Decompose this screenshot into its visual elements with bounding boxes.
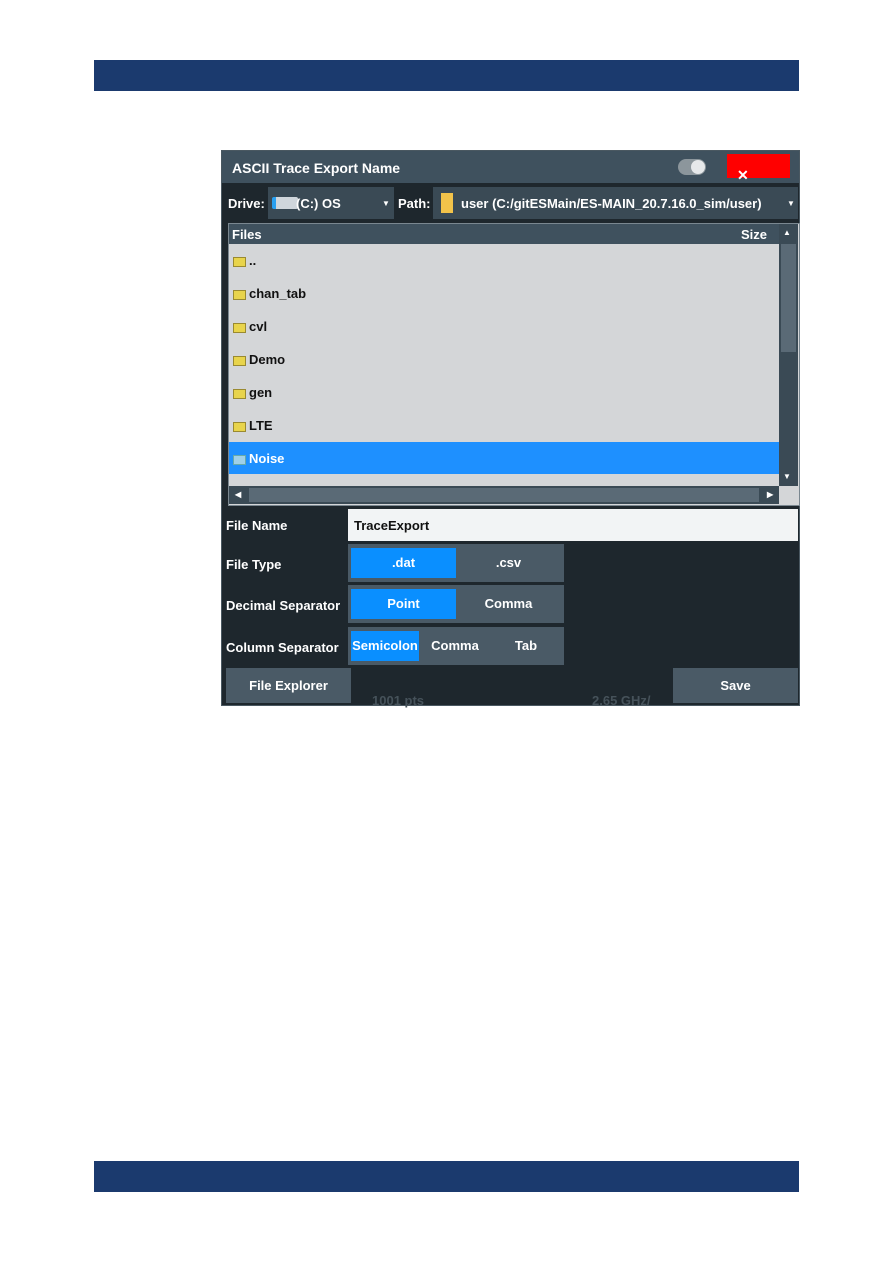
- column-comma[interactable]: Comma: [419, 631, 491, 661]
- file-list-item[interactable]: cvl: [229, 310, 779, 342]
- file-name-label: File Name: [226, 518, 288, 533]
- file-name: chan_tab: [249, 286, 307, 301]
- file-list-item[interactable]: chan_tab: [229, 277, 779, 309]
- scroll-right-icon[interactable]: ▶: [767, 490, 773, 499]
- file-name: Demo: [249, 352, 286, 367]
- folder-icon: [233, 290, 246, 300]
- close-button[interactable]: ✕: [727, 154, 790, 183]
- save-button[interactable]: Save: [673, 668, 798, 703]
- folder-icon: [233, 389, 246, 399]
- drive-icon: [272, 197, 298, 209]
- file-list-item[interactable]: LTE: [229, 409, 779, 441]
- dialog-title: ASCII Trace Export Name: [232, 160, 401, 176]
- page-header-bar: [94, 60, 799, 91]
- file-type-selector: .dat .csv: [348, 544, 564, 582]
- file-type-dat[interactable]: .dat: [351, 548, 456, 578]
- files-column-header[interactable]: Files: [232, 227, 262, 242]
- folder-icon: [441, 193, 453, 213]
- vertical-scrollbar[interactable]: ▲ ▼: [779, 224, 798, 486]
- scroll-thumb[interactable]: [781, 244, 796, 352]
- background-span-text: 2.65 GHz/: [592, 693, 651, 708]
- path-dropdown[interactable]: user (C:/gitESMain/ES-MAIN_20.7.16.0_sim…: [433, 187, 798, 219]
- transparency-toggle[interactable]: [678, 159, 706, 175]
- scroll-left-icon[interactable]: ◀: [235, 490, 241, 499]
- close-icon: ✕: [737, 167, 749, 183]
- file-type-label: File Type: [226, 557, 282, 572]
- scroll-down-icon[interactable]: ▼: [783, 472, 791, 481]
- horizontal-scrollbar[interactable]: ◀ ▶: [229, 486, 779, 504]
- file-name: cvl: [249, 319, 268, 334]
- column-separator-selector: Semicolon Comma Tab: [348, 627, 564, 665]
- ascii-trace-export-dialog: ASCII Trace Export Name ✕ Drive: (C:) OS…: [221, 150, 800, 708]
- chevron-down-icon: ▼: [787, 199, 795, 208]
- decimal-separator-label: Decimal Separator: [226, 598, 341, 613]
- file-name: Noise: [249, 451, 285, 466]
- folder-icon: [233, 257, 246, 267]
- folder-icon: [233, 422, 246, 432]
- drive-value: (C:) OS: [296, 196, 341, 211]
- file-type-csv[interactable]: .csv: [456, 548, 561, 578]
- file-name-input[interactable]: TraceExport: [348, 509, 798, 541]
- folder-icon: [233, 455, 246, 465]
- h-scroll-thumb[interactable]: [249, 488, 759, 502]
- decimal-comma[interactable]: Comma: [456, 589, 561, 619]
- file-name: gen: [249, 385, 273, 400]
- drive-dropdown[interactable]: (C:) OS ▼: [268, 187, 394, 219]
- file-list-item[interactable]: gen: [229, 376, 779, 408]
- path-value: user (C:/gitESMain/ES-MAIN_20.7.16.0_sim…: [461, 196, 762, 211]
- scroll-up-icon[interactable]: ▲: [783, 228, 791, 237]
- file-explorer-button[interactable]: File Explorer: [226, 668, 351, 703]
- file-list-header: Files Size: [229, 224, 779, 244]
- folder-icon: [233, 323, 246, 333]
- column-semicolon[interactable]: Semicolon: [351, 631, 419, 661]
- file-list-item[interactable]: ..: [229, 244, 779, 276]
- chevron-down-icon: ▼: [382, 199, 390, 208]
- size-column-header[interactable]: Size: [741, 227, 767, 242]
- file-list-item[interactable]: Demo: [229, 343, 779, 375]
- decimal-point[interactable]: Point: [351, 589, 456, 619]
- column-tab[interactable]: Tab: [491, 631, 561, 661]
- page-footer-bar: [94, 1161, 799, 1192]
- background-points-text: 1001 pts: [372, 693, 425, 708]
- drive-label: Drive:: [228, 196, 265, 211]
- column-separator-label: Column Separator: [226, 640, 339, 655]
- file-name: ..: [249, 253, 257, 268]
- decimal-separator-selector: Point Comma: [348, 585, 564, 623]
- file-list: Files Size .. chan_tab cvl Demo gen LTE Noise …: [228, 223, 800, 506]
- folder-icon: [233, 356, 246, 366]
- path-label: Path:: [398, 196, 431, 211]
- dialog-title-bar: ASCII Trace Export Name ✕: [222, 151, 799, 183]
- file-name: LTE: [249, 418, 273, 433]
- file-list-item[interactable]: Noise: [229, 442, 779, 474]
